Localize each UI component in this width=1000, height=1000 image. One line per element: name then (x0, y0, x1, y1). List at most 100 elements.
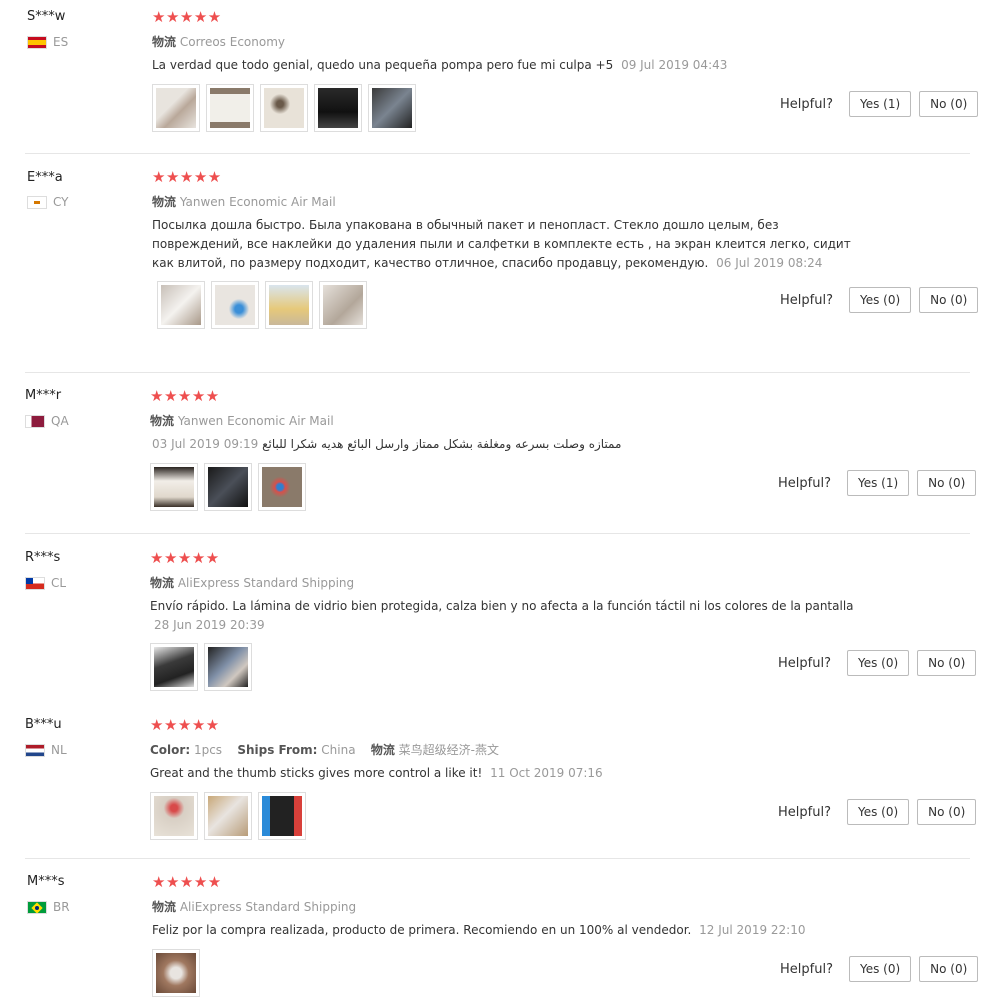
divider (25, 153, 970, 154)
no-button[interactable]: No (0) (919, 91, 979, 117)
yes-button[interactable]: Yes (0) (846, 799, 910, 825)
reviewer-country: CY (27, 195, 69, 209)
yes-button[interactable]: Yes (0) (848, 956, 912, 982)
product-attributes: Color: 1pcs Ships From: China 物流 菜鸟超级经济-… (150, 741, 499, 758)
review-photo[interactable] (319, 281, 367, 329)
helpful-vote: Helpful? Yes (0) No (0) (780, 287, 979, 313)
helpful-vote: Helpful? Yes (0) No (0) (778, 799, 977, 825)
review-photo[interactable] (204, 643, 252, 691)
flag-cy-icon (27, 195, 47, 209)
helpful-vote: Helpful? Yes (0) No (0) (780, 956, 979, 982)
review-text-block: La verdad que todo genial, quedo una peq… (152, 56, 852, 75)
country-code: CY (53, 195, 69, 209)
divider (25, 372, 970, 373)
helpful-label: Helpful? (780, 96, 833, 112)
helpful-label: Helpful? (778, 655, 831, 671)
review-text-block: Feliz por la compra realizada, producto … (152, 921, 852, 940)
yes-button[interactable]: Yes (1) (846, 470, 910, 496)
reviewer-country: NL (25, 743, 67, 757)
review-text: Great and the thumb sticks gives more co… (150, 766, 483, 780)
no-button[interactable]: No (0) (919, 287, 979, 313)
shipping-info: 物流 Yanwen Economic Air Mail (152, 193, 336, 210)
review-photo[interactable] (258, 463, 306, 511)
helpful-vote: Helpful? Yes (1) No (0) (778, 470, 977, 496)
review-photos (152, 949, 200, 997)
reviewer-name: M***r (25, 388, 62, 403)
no-button[interactable]: No (0) (919, 956, 979, 982)
review-photo[interactable] (152, 949, 200, 997)
review-photo[interactable] (150, 792, 198, 840)
review-photos (150, 463, 306, 511)
helpful-label: Helpful? (780, 292, 833, 308)
review-text-block: Посылка дошла быстро. Была упакована в о… (152, 216, 864, 273)
country-code: BR (53, 900, 70, 914)
review-date: 28 Jun 2019 20:39 (154, 618, 265, 632)
logistics-label: 物流 (370, 743, 395, 757)
review-text: La verdad que todo genial, quedo una peq… (152, 58, 614, 72)
review-photo[interactable] (265, 281, 313, 329)
shipping-info: 物流 AliExpress Standard Shipping (150, 574, 354, 591)
reviewer-country: BR (27, 900, 70, 914)
logistics-label: 物流 (152, 35, 177, 49)
star-rating: ★★★★★ (150, 716, 220, 734)
yes-button[interactable]: Yes (1) (848, 91, 912, 117)
review-text: Feliz por la compra realizada, producto … (152, 923, 692, 937)
review-text-block: Envío rápido. La lámina de vidrio bien p… (150, 597, 860, 635)
helpful-vote: Helpful? Yes (0) No (0) (778, 650, 977, 676)
color-value: 1pcs (193, 743, 223, 757)
star-rating: ★★★★★ (150, 387, 220, 405)
shipping-method: Correos Economy (179, 35, 286, 49)
star-rating: ★★★★★ (150, 549, 220, 567)
yes-button[interactable]: Yes (0) (846, 650, 910, 676)
review-photo[interactable] (204, 463, 252, 511)
review-photo[interactable] (204, 792, 252, 840)
review-photo[interactable] (150, 643, 198, 691)
yes-button[interactable]: Yes (0) (848, 287, 912, 313)
review-date: 11 Oct 2019 07:16 (490, 766, 603, 780)
review-text: Envío rápido. La lámina de vidrio bien p… (150, 599, 854, 613)
star-rating: ★★★★★ (152, 168, 222, 186)
review-photo[interactable] (211, 281, 259, 329)
review-photo[interactable] (260, 84, 308, 132)
review-photo[interactable] (152, 84, 200, 132)
country-code: NL (51, 743, 67, 757)
review-text: ممتازه وصلت بسرعه ومغلفة بشكل ممتاز وارس… (262, 437, 622, 451)
shipping-method: Yanwen Economic Air Mail (177, 414, 334, 428)
no-button[interactable]: No (0) (917, 470, 977, 496)
flag-cl-icon (25, 576, 45, 590)
shipping-method: AliExpress Standard Shipping (177, 576, 355, 590)
shipping-method: 菜鸟超级经济-燕文 (398, 743, 499, 757)
country-code: ES (53, 35, 69, 49)
divider (25, 858, 970, 859)
review-photo[interactable] (258, 792, 306, 840)
flag-qa-icon (25, 414, 45, 428)
reviewer-name: E***a (27, 170, 63, 185)
shipping-method: AliExpress Standard Shipping (179, 900, 357, 914)
reviewer-country: ES (27, 35, 68, 49)
divider (25, 533, 970, 534)
review-date: 06 Jul 2019 08:24 (716, 256, 823, 270)
star-rating: ★★★★★ (152, 873, 222, 891)
review-photo[interactable] (368, 84, 416, 132)
review-photos (150, 792, 306, 840)
country-code: QA (51, 414, 69, 428)
color-label: Color: (150, 743, 191, 757)
star-rating: ★★★★★ (152, 8, 222, 26)
helpful-label: Helpful? (780, 961, 833, 977)
country-code: CL (51, 576, 67, 590)
no-button[interactable]: No (0) (917, 650, 977, 676)
reviewer-name: S***w (27, 9, 66, 24)
no-button[interactable]: No (0) (917, 799, 977, 825)
helpful-label: Helpful? (778, 804, 831, 820)
review-date: 09 Jul 2019 04:43 (621, 58, 728, 72)
review-photo[interactable] (206, 84, 254, 132)
review-photo[interactable] (314, 84, 362, 132)
review-date: 03 Jul 2019 09:19 (152, 437, 259, 451)
helpful-vote: Helpful? Yes (1) No (0) (780, 91, 979, 117)
review-photo[interactable] (150, 463, 198, 511)
ships-from-label: Ships From: (237, 743, 318, 757)
review-photos (157, 281, 367, 329)
helpful-label: Helpful? (778, 475, 831, 491)
reviewer-country: QA (25, 414, 69, 428)
review-photo[interactable] (157, 281, 205, 329)
